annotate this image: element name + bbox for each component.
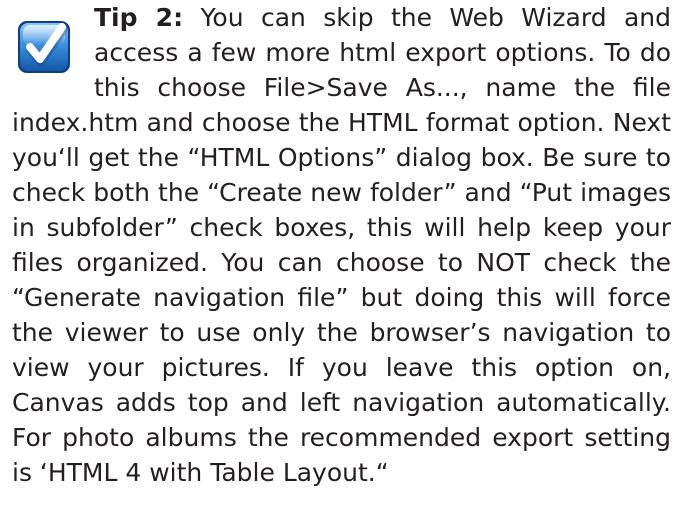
tip-paragraph: Tip 2: You can skip the Web Wizard and a… bbox=[12, 0, 671, 490]
tip-page: Tip 2: You can skip the Web Wizard and a… bbox=[0, 0, 680, 531]
tip-body: You can skip the Web Wizard and access a… bbox=[12, 3, 671, 487]
checkmark-icon bbox=[12, 11, 78, 77]
tip-label: Tip 2: bbox=[94, 3, 184, 32]
